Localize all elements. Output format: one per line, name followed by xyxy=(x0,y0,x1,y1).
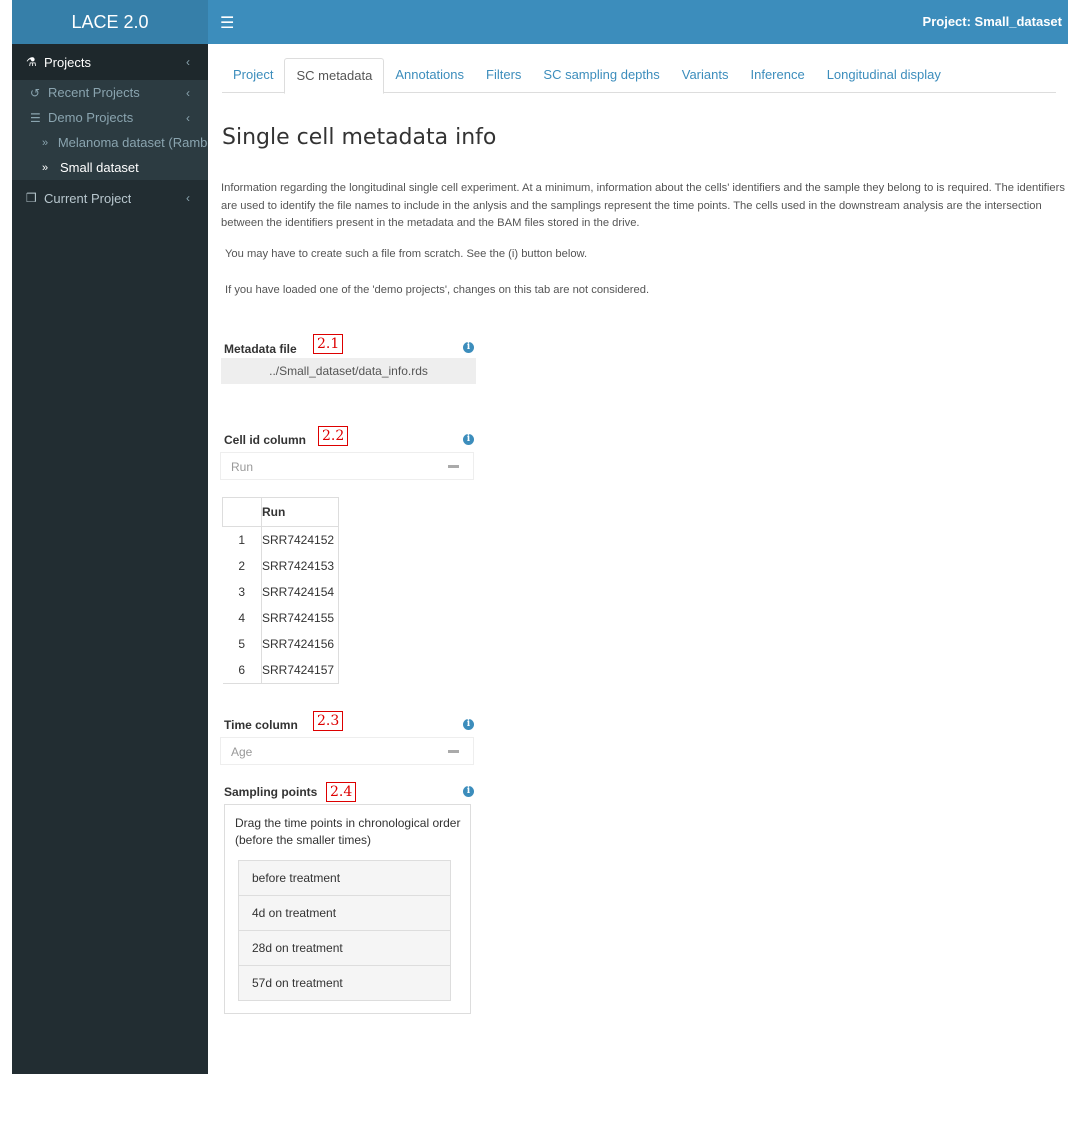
info-icon[interactable]: i xyxy=(463,786,474,797)
tab-project[interactable]: Project xyxy=(222,58,284,92)
tab-variants[interactable]: Variants xyxy=(671,58,740,92)
sidebar-item-projects[interactable]: ⚗ Projects ‹ xyxy=(12,44,208,80)
select-value: Run xyxy=(231,460,254,474)
table-header-row: Run xyxy=(222,497,339,527)
table-row-index: 3 xyxy=(222,579,262,605)
table-cell: SRR7424153 xyxy=(261,553,339,579)
tab-bar: Project SC metadata Annotations Filters … xyxy=(222,58,1056,94)
table-cell: SRR7424155 xyxy=(261,605,339,631)
sampling-help-text: Drag the time points in chronological or… xyxy=(235,816,461,847)
double-chevron-icon: » xyxy=(42,136,49,149)
sidebar-item-label: Projects xyxy=(44,54,91,70)
tab-sc-metadata[interactable]: SC metadata xyxy=(284,58,385,94)
chevron-left-icon: ‹ xyxy=(186,85,190,100)
table-row: 6 SRR7424157 xyxy=(222,657,339,684)
dropdown-icon xyxy=(448,750,459,753)
tab-filters[interactable]: Filters xyxy=(475,58,532,92)
table-row-index: 1 xyxy=(222,526,262,553)
sidebar-item-small-dataset[interactable]: » Small dataset xyxy=(12,155,208,180)
run-table: Run 1 SRR7424152 2 SRR7424153 3 SRR74241… xyxy=(222,497,339,684)
table-column-header[interactable]: Run xyxy=(261,497,339,527)
sortable-item[interactable]: 57d on treatment xyxy=(238,965,451,1001)
tab-inference[interactable]: Inference xyxy=(739,58,815,92)
app-logo[interactable]: LACE 2.0 xyxy=(12,0,208,44)
hamburger-icon[interactable]: ☰ xyxy=(220,13,234,33)
table-row-index: 6 xyxy=(222,657,262,684)
info-icon[interactable]: i xyxy=(463,719,474,730)
sortable-list: before treatment 4d on treatment 28d on … xyxy=(238,860,451,1001)
projects-icon: ⚗ xyxy=(26,55,37,69)
annotation-tag: 2.4 xyxy=(326,782,357,802)
top-header: ☰ Project: Small_dataset xyxy=(208,0,1068,44)
sidebar-item-recent-projects[interactable]: ↺ Recent Projects ‹ xyxy=(12,80,208,105)
cube-icon: ❒ xyxy=(26,191,37,205)
table-row: 4 SRR7424155 xyxy=(222,605,339,631)
metadata-file-label: Metadata file xyxy=(224,342,297,356)
project-label: Project: Small_dataset xyxy=(922,14,1062,29)
table-index-header xyxy=(222,497,262,527)
table-row-index: 5 xyxy=(222,631,262,657)
table-cell: SRR7424154 xyxy=(261,579,339,605)
tab-annotations[interactable]: Annotations xyxy=(384,58,475,92)
table-cell: SRR7424152 xyxy=(261,526,339,553)
sortable-item[interactable]: 28d on treatment xyxy=(238,930,451,965)
page-title: Single cell metadata info xyxy=(222,125,497,150)
tab-longitudinal-display[interactable]: Longitudinal display xyxy=(816,58,952,92)
time-column-label: Time column xyxy=(224,718,298,732)
description-text: Information regarding the longitudinal s… xyxy=(221,182,1065,229)
chevron-left-icon: ‹ xyxy=(186,191,190,205)
sortable-item[interactable]: 4d on treatment xyxy=(238,895,451,930)
sidebar-item-demo-projects[interactable]: ☰ Demo Projects ‹ xyxy=(12,105,208,130)
sidebar-item-label: Current Project xyxy=(44,190,132,206)
annotation-tag: 2.1 xyxy=(313,334,344,354)
annotation-tag: 2.3 xyxy=(313,711,344,731)
sidebar: LACE 2.0 ⚗ Projects ‹ ↺ Recent Projects … xyxy=(12,0,208,1074)
sampling-points-label: Sampling points xyxy=(224,785,318,799)
history-icon: ↺ xyxy=(30,85,41,100)
sidebar-item-current-project[interactable]: ❒ Current Project ‹ xyxy=(12,180,208,216)
sortable-item[interactable]: before treatment xyxy=(238,860,451,895)
sidebar-item-label: Recent Projects xyxy=(48,85,140,100)
database-icon: ☰ xyxy=(30,110,41,125)
sidebar-item-label: Demo Projects xyxy=(48,110,134,125)
table-cell: SRR7424156 xyxy=(261,631,339,657)
double-chevron-icon: » xyxy=(42,161,49,174)
info-icon[interactable]: i xyxy=(463,434,474,445)
info-icon[interactable]: i xyxy=(463,342,474,353)
cell-id-column-select[interactable]: Run xyxy=(220,452,474,480)
chevron-left-icon: ‹ xyxy=(186,55,190,69)
table-row-index: 4 xyxy=(222,605,262,631)
note-create-file: You may have to create such a file from … xyxy=(225,248,588,260)
annotation-tag: 2.2 xyxy=(318,426,349,446)
table-row: 5 SRR7424156 xyxy=(222,631,339,657)
chevron-left-icon: ‹ xyxy=(186,110,190,125)
table-cell: SRR7424157 xyxy=(261,657,339,684)
table-row: 1 SRR7424152 xyxy=(222,526,339,553)
tab-sc-sampling-depths[interactable]: SC sampling depths xyxy=(532,58,670,92)
cell-id-column-label: Cell id column xyxy=(224,433,307,447)
metadata-file-input[interactable]: ../Small_dataset/data_info.rds xyxy=(221,358,476,384)
sidebar-item-melanoma-dataset[interactable]: » Melanoma dataset (Rambow) xyxy=(12,130,208,155)
sidebar-item-label: Small dataset xyxy=(60,160,139,175)
time-column-select[interactable]: Age xyxy=(220,737,474,765)
sampling-points-panel: Drag the time points in chronological or… xyxy=(224,804,471,1014)
note-demo-projects: If you have loaded one of the 'demo proj… xyxy=(225,284,650,296)
table-row-index: 2 xyxy=(222,553,262,579)
sidebar-item-label: Melanoma dataset (Rambow) xyxy=(57,135,208,150)
sidebar-menu: ⚗ Projects ‹ ↺ Recent Projects ‹ ☰ Demo … xyxy=(12,44,208,216)
table-row: 3 SRR7424154 xyxy=(222,579,339,605)
select-value: Age xyxy=(231,745,253,759)
dropdown-icon xyxy=(448,465,459,468)
table-row: 2 SRR7424153 xyxy=(222,553,339,579)
